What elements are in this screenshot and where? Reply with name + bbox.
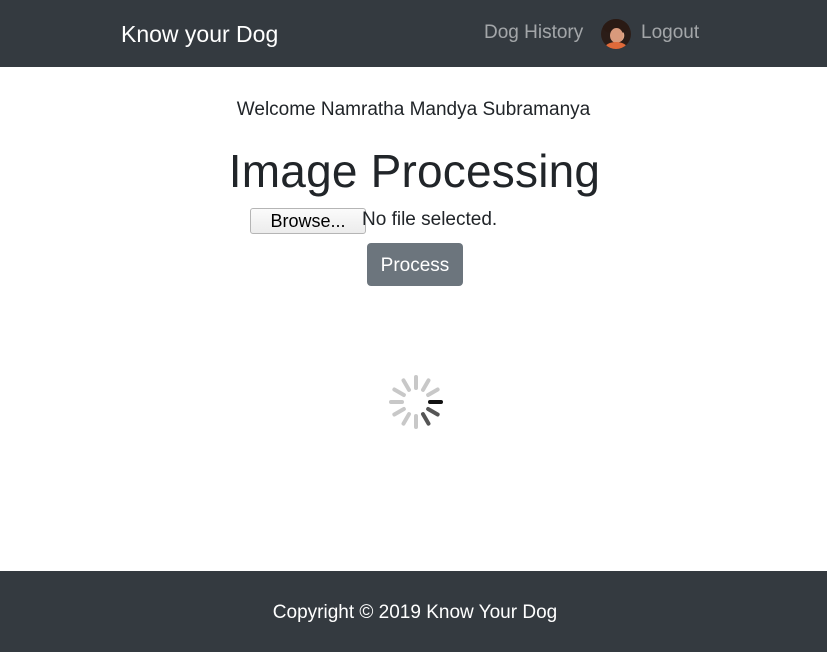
file-status-text: No file selected. <box>362 209 498 230</box>
process-button[interactable]: Process <box>367 243 463 286</box>
spinner-spoke <box>392 387 406 397</box>
spinner-spoke <box>426 407 440 417</box>
avatar-shirt <box>605 42 627 49</box>
spinner-spoke <box>392 407 406 417</box>
brand-link[interactable]: Know your Dog <box>121 19 278 49</box>
spinner-spoke <box>426 387 440 397</box>
welcome-message: Welcome Namratha Mandya Subramanya <box>236 99 591 120</box>
spinner-spoke <box>421 412 431 426</box>
browse-button[interactable]: Browse... <box>250 208 366 234</box>
loading-spinner-icon <box>389 375 443 429</box>
spinner-spoke <box>401 412 411 426</box>
nav-link-logout[interactable]: Logout <box>641 20 699 46</box>
top-navbar: Know your Dog Dog History Logout <box>0 0 827 67</box>
page-title: Image Processing <box>228 145 601 197</box>
spinner-spoke <box>421 378 431 392</box>
spinner-spoke <box>401 378 411 392</box>
user-avatar-icon[interactable] <box>601 19 631 49</box>
nav-link-dog-history[interactable]: Dog History <box>484 20 583 46</box>
copyright-text: Copyright © 2019 Know Your Dog <box>272 602 558 623</box>
avatar-face <box>610 28 623 43</box>
spinner-spokes <box>389 375 443 429</box>
